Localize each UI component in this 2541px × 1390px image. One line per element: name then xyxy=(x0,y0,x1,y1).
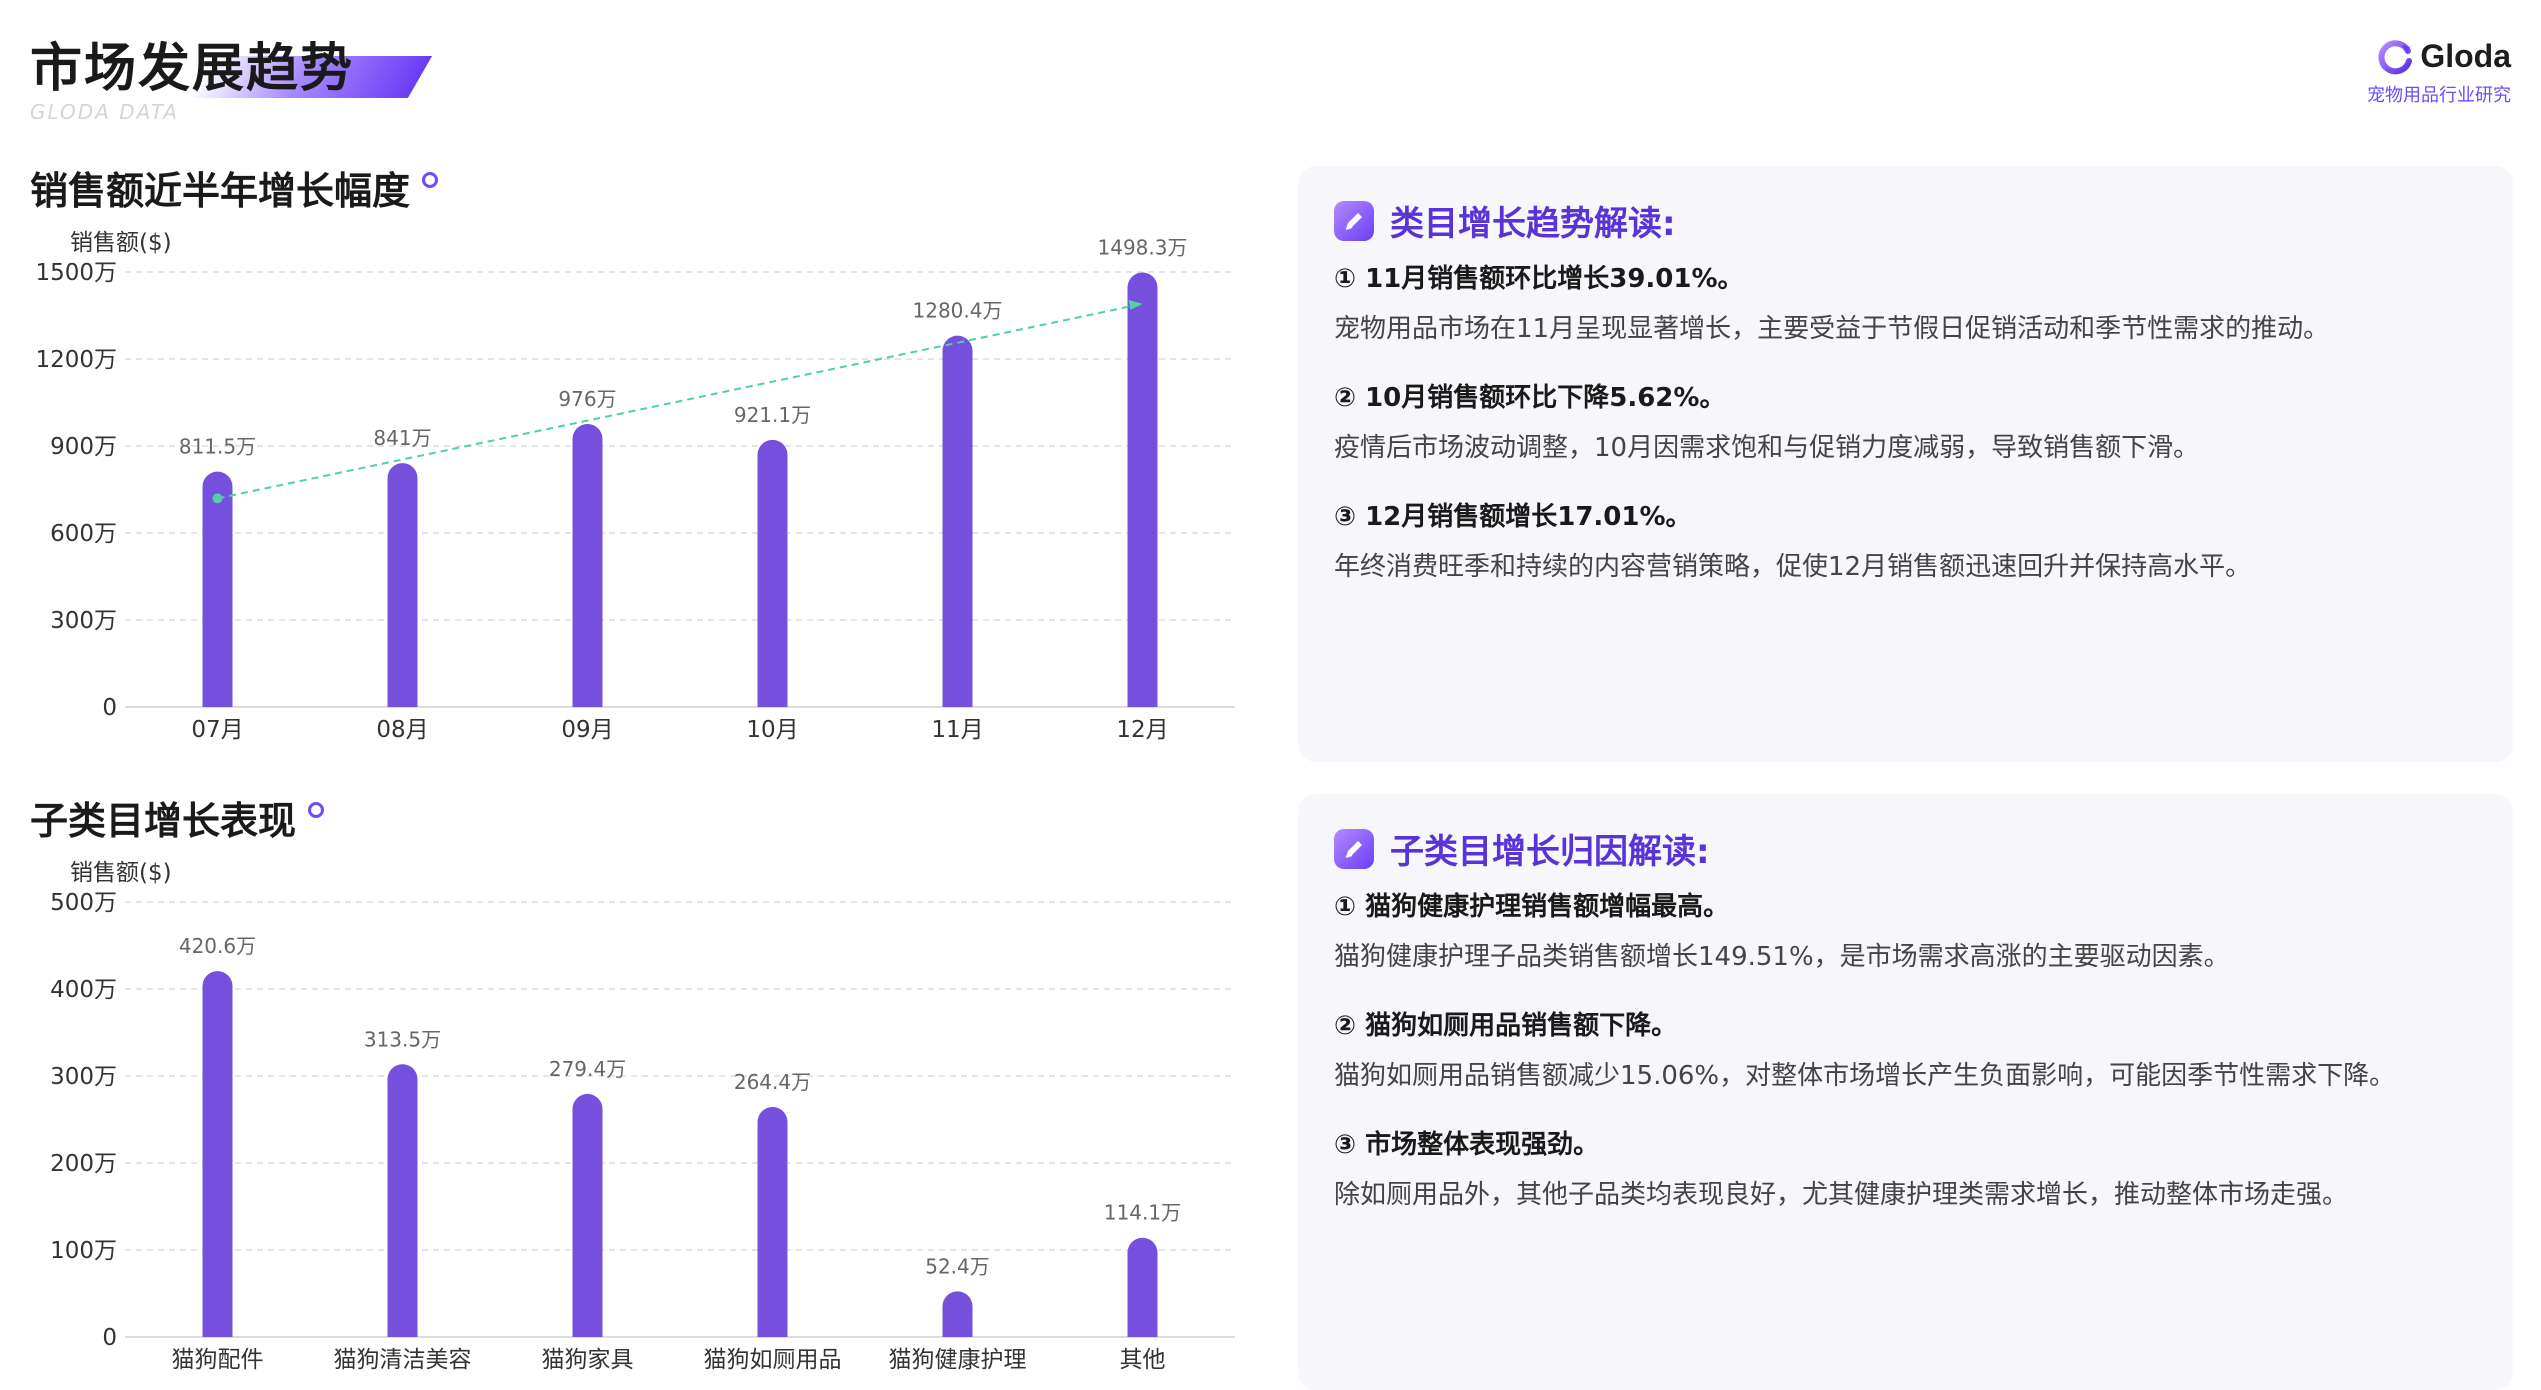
bar-value-label: 1280.4万 xyxy=(913,299,1003,323)
y-tick-label: 200万 xyxy=(50,1151,117,1177)
bar-value-label: 264.4万 xyxy=(734,1070,811,1094)
insight-text: 宠物用品市场在11月呈现显著增长，主要受益于节假日促销活动和季节性需求的推动。 xyxy=(1334,314,2330,344)
monthly-sales-chart: 销售额($) 0 300万 600万 900万 1200万 1500万 811.5万 07月 84… xyxy=(35,230,1235,743)
y-tick-label: 0 xyxy=(102,1325,117,1351)
bar xyxy=(572,423,603,707)
bar-base xyxy=(572,1322,603,1337)
bar-base xyxy=(942,692,973,707)
bar-value-label: 921.1万 xyxy=(734,403,811,427)
y-tick-label: 1500万 xyxy=(35,260,117,286)
bar-base xyxy=(202,1322,233,1337)
card-title: 类目增长趋势解读: xyxy=(1390,204,1676,244)
subcategory-sales-chart: 销售额($) 0 100万 200万 300万 400万 500万 420.6万猫狗配件 313… xyxy=(50,860,1235,1373)
bar-value-label: 279.4万 xyxy=(549,1057,626,1081)
y-axis-label: 销售额($) xyxy=(70,230,172,256)
y-tick-label: 300万 xyxy=(50,608,117,634)
bar-base xyxy=(387,692,418,707)
pen-icon xyxy=(1334,828,1374,869)
insight-heading: ① 猫狗健康护理销售额增幅最高。 xyxy=(1334,892,1730,922)
insight-text: 猫狗如厕用品销售额减少15.06%，对整体市场增长产生负面影响，可能因季节性需求… xyxy=(1334,1060,2396,1091)
bar-base xyxy=(757,1322,788,1337)
bar-value-label: 841万 xyxy=(373,426,431,450)
y-tick-label: 300万 xyxy=(50,1064,117,1090)
bar-base xyxy=(757,692,788,707)
title-dot-icon xyxy=(422,171,439,188)
card-title: 子类目增长归因解读: xyxy=(1390,832,1710,872)
insight-heading: ③ 市场整体表现强劲。 xyxy=(1334,1129,1600,1160)
trend-line-start xyxy=(212,493,223,504)
bar xyxy=(387,463,418,707)
section-title-sales-trend: 销售额近半年增长幅度 xyxy=(30,160,439,215)
y-tick-label: 900万 xyxy=(50,434,117,460)
bar xyxy=(757,439,788,707)
gloda-logo-icon xyxy=(2378,39,2413,74)
insight-heading: ② 猫狗如厕用品销售额下降。 xyxy=(1334,1010,1678,1041)
y-tick-label: 500万 xyxy=(50,890,117,916)
y-axis-label: 销售额($) xyxy=(70,860,172,886)
bar-value-label: 313.5万 xyxy=(364,1027,441,1051)
bar-base xyxy=(942,1322,973,1337)
bar-value-label: 811.5万 xyxy=(179,435,256,459)
bar xyxy=(942,335,973,707)
insight-heading: ① 11月销售额环比增长39.01%。 xyxy=(1334,264,1744,294)
subcategory-attribution-card: 子类目增长归因解读: ① 猫狗健康护理销售额增幅最高。 猫狗健康护理子品类销售额… xyxy=(1298,794,2513,1390)
bar-value-label: 114.1万 xyxy=(1104,1201,1181,1225)
title-dot-icon xyxy=(308,801,325,818)
insight-text: 年终消费旺季和持续的内容营销策略，促使12月销售额迅速回升并保持高水平。 xyxy=(1334,551,2252,582)
y-tick-label: 600万 xyxy=(50,521,117,547)
y-tick-label: 100万 xyxy=(50,1238,117,1264)
brand-name: Gloda xyxy=(2420,38,2511,74)
bar xyxy=(757,1106,788,1337)
brand-subtitle: 宠物用品行业研究 xyxy=(2367,85,2511,106)
bar-value-label: 976万 xyxy=(558,387,616,411)
section-title-text: 销售额近半年增长幅度 xyxy=(30,169,411,213)
x-tick-label: 12月 xyxy=(1116,717,1168,743)
y-tick-label: 0 xyxy=(102,695,117,721)
category-trend-card: 类目增长趋势解读: ① 11月销售额环比增长39.01%。 宠物用品市场在11月… xyxy=(1298,166,2513,762)
section-title-text: 子类目增长表现 xyxy=(30,799,297,843)
pen-icon xyxy=(1334,200,1374,241)
bar xyxy=(572,1093,603,1337)
bar-value-label: 420.6万 xyxy=(179,934,256,958)
x-tick-label: 猫狗健康护理 xyxy=(889,1347,1027,1373)
page-title: 市场发展趋势 xyxy=(30,39,355,99)
x-tick-label: 11月 xyxy=(931,717,983,743)
x-tick-label: 09月 xyxy=(561,717,613,743)
brand: Gloda 宠物用品行业研究 xyxy=(2367,38,2511,107)
x-tick-label: 07月 xyxy=(191,717,243,743)
y-tick-label: 1200万 xyxy=(35,347,117,373)
insight-text: 除如厕用品外，其他子品类均表现良好，尤其健康护理类需求增长，推动整体市场走强。 xyxy=(1334,1179,2349,1210)
bar-value-label: 1498.3万 xyxy=(1098,235,1188,259)
bar xyxy=(202,471,233,707)
x-tick-label: 08月 xyxy=(376,717,428,743)
bar-base xyxy=(387,1322,418,1337)
x-tick-label: 猫狗如厕用品 xyxy=(704,1347,842,1373)
insight-text: 疫情后市场波动调整，10月因需求饱和与促销力度减弱，导致销售额下滑。 xyxy=(1334,432,2200,463)
x-tick-label: 猫狗配件 xyxy=(172,1347,264,1373)
bar-value-label: 52.4万 xyxy=(925,1254,990,1278)
bar-base xyxy=(1127,692,1158,707)
bar xyxy=(202,971,233,1337)
bar-base xyxy=(1127,1322,1158,1337)
bar xyxy=(387,1064,418,1337)
x-tick-label: 猫狗清洁美容 xyxy=(334,1347,472,1373)
y-tick-label: 400万 xyxy=(50,977,117,1003)
x-tick-label: 其他 xyxy=(1120,1347,1166,1373)
bar xyxy=(1127,272,1158,707)
bar-base xyxy=(202,692,233,707)
trend-line xyxy=(217,302,1143,500)
insight-heading: ③ 12月销售额增长17.01%。 xyxy=(1334,501,1692,532)
bar-base xyxy=(572,692,603,707)
x-tick-label: 10月 xyxy=(746,717,798,743)
section-title-subcategory: 子类目增长表现 xyxy=(30,790,325,845)
insight-text: 猫狗健康护理子品类销售额增长149.51%，是市场需求高涨的主要驱动因素。 xyxy=(1334,942,2230,972)
page-subtitle: GLODA DATA xyxy=(30,100,179,124)
x-tick-label: 猫狗家具 xyxy=(542,1347,634,1373)
insight-heading: ② 10月销售额环比下降5.62%。 xyxy=(1334,382,1726,413)
